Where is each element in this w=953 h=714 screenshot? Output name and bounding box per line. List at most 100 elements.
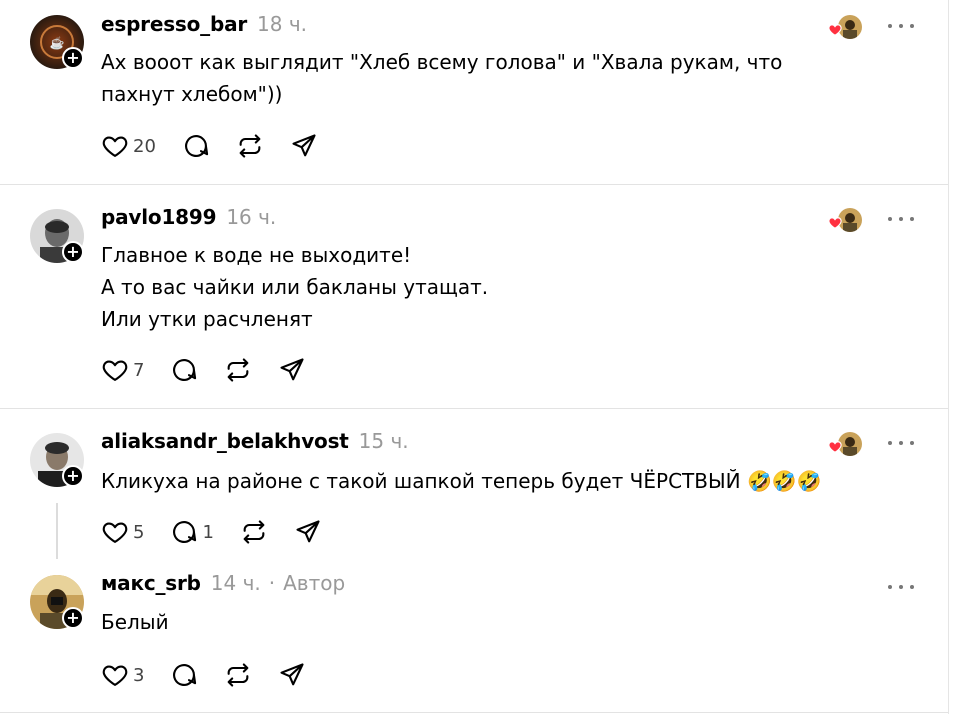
avatar-wrap[interactable]: + bbox=[30, 209, 84, 263]
avatar-wrap[interactable]: + bbox=[30, 433, 84, 487]
follow-plus-icon[interactable]: + bbox=[62, 241, 84, 263]
comment-4-author-reply: + макс_srb 14 ч. · Автор Белый 3 bbox=[0, 559, 948, 709]
repost-button[interactable] bbox=[224, 356, 252, 384]
ellipsis-icon bbox=[888, 217, 892, 221]
like-count: 7 bbox=[133, 359, 145, 381]
comment-actions: 7 bbox=[101, 355, 332, 385]
comment-actions: 3 bbox=[101, 660, 332, 690]
comment-2: + pavlo1899 16 ч. Главное к воде не выхо… bbox=[0, 185, 948, 409]
author-label: Автор bbox=[283, 571, 346, 595]
comment-text: Кликуха на районе с такой шапкой теперь … bbox=[101, 465, 881, 497]
username[interactable]: espresso_bar bbox=[101, 12, 247, 36]
share-button[interactable] bbox=[278, 661, 306, 689]
like-button[interactable]: 7 bbox=[101, 356, 144, 384]
repost-button[interactable] bbox=[224, 661, 252, 689]
heart-outline-icon bbox=[102, 522, 128, 543]
liked-by-author-indicator bbox=[828, 15, 864, 39]
speech-bubble-icon bbox=[173, 521, 197, 543]
ellipsis-icon bbox=[910, 24, 914, 28]
comment-line: Кликуха на районе с такой шапкой теперь … bbox=[101, 465, 881, 497]
share-button[interactable] bbox=[290, 132, 318, 160]
red-heart-icon bbox=[828, 24, 842, 36]
follow-plus-icon[interactable]: + bbox=[62, 607, 84, 629]
username[interactable]: aliaksandr_belakhvost bbox=[101, 429, 349, 453]
comment-header: макс_srb 14 ч. · Автор bbox=[101, 571, 345, 601]
heart-outline-icon bbox=[102, 136, 128, 157]
timestamp[interactable]: 14 ч. bbox=[211, 571, 261, 595]
like-count: 20 bbox=[133, 135, 156, 157]
panel-border bbox=[948, 0, 949, 714]
speech-bubble-icon bbox=[173, 359, 197, 381]
repost-icon bbox=[228, 358, 249, 382]
repost-icon bbox=[228, 663, 249, 687]
heart-outline-icon bbox=[102, 360, 128, 381]
repost-button[interactable] bbox=[240, 518, 268, 546]
heart-outline-icon bbox=[102, 665, 128, 686]
repost-icon bbox=[239, 134, 261, 158]
comment-line: А то вас чайки или бакланы утащат. bbox=[101, 275, 489, 299]
repost-button[interactable] bbox=[236, 132, 264, 160]
repost-icon bbox=[243, 520, 265, 544]
reply-count: 1 bbox=[202, 521, 214, 543]
timestamp[interactable]: 16 ч. bbox=[226, 205, 276, 229]
comment-1: ☕ + espresso_bar 18 ч. Ах вооот как выгл… bbox=[0, 0, 948, 185]
avatar-wrap[interactable]: + bbox=[30, 575, 84, 629]
thread-connector-line bbox=[56, 503, 58, 559]
comment-header: aliaksandr_belakhvost 15 ч. bbox=[101, 429, 409, 459]
username[interactable]: pavlo1899 bbox=[101, 205, 217, 229]
ellipsis-icon bbox=[899, 585, 903, 589]
share-button[interactable] bbox=[294, 518, 322, 546]
more-options-button[interactable] bbox=[888, 209, 914, 229]
speech-bubble-icon bbox=[184, 135, 209, 157]
comment-text: Белый bbox=[101, 606, 881, 638]
svg-text:☕: ☕ bbox=[50, 35, 65, 50]
reply-button[interactable] bbox=[170, 661, 198, 689]
comment-line: пахнут хлебом")) bbox=[101, 82, 283, 106]
comment-line-text: Кликуха на районе с такой шапкой теперь … bbox=[101, 469, 741, 493]
reply-button[interactable] bbox=[170, 356, 198, 384]
like-button[interactable]: 3 bbox=[101, 661, 144, 689]
like-count: 5 bbox=[133, 521, 145, 543]
red-heart-icon bbox=[828, 441, 842, 453]
send-paper-plane-icon bbox=[280, 663, 305, 686]
follow-plus-icon[interactable]: + bbox=[62, 465, 84, 487]
ellipsis-icon bbox=[899, 217, 903, 221]
ellipsis-icon bbox=[888, 441, 892, 445]
more-options-button[interactable] bbox=[888, 16, 914, 36]
timestamp[interactable]: 18 ч. bbox=[257, 12, 307, 36]
comment-line: Главное к воде не выходите! bbox=[101, 243, 412, 267]
red-heart-icon bbox=[828, 217, 842, 229]
send-paper-plane-icon bbox=[296, 520, 320, 543]
liked-by-author-indicator bbox=[828, 432, 864, 456]
comment-3: + aliaksandr_belakhvost 15 ч. Кликуха на… bbox=[0, 409, 948, 559]
liked-by-author-indicator bbox=[828, 208, 864, 232]
comment-header: pavlo1899 16 ч. bbox=[101, 205, 276, 235]
avatar-wrap[interactable]: ☕ + bbox=[30, 15, 84, 69]
comment-line: Белый bbox=[101, 610, 169, 634]
reply-button[interactable]: 1 bbox=[170, 518, 214, 546]
ellipsis-icon bbox=[910, 441, 914, 445]
like-button[interactable]: 5 bbox=[101, 518, 144, 546]
send-paper-plane-icon bbox=[280, 358, 305, 381]
username[interactable]: макс_srb bbox=[101, 571, 201, 595]
more-options-button[interactable] bbox=[888, 433, 914, 453]
comment-line: Ах вооот как выглядит "Хлеб всему голова… bbox=[101, 50, 783, 74]
more-options-button[interactable] bbox=[888, 577, 914, 597]
ellipsis-icon bbox=[888, 24, 892, 28]
reply-button[interactable] bbox=[182, 132, 210, 160]
ellipsis-icon bbox=[899, 24, 903, 28]
share-button[interactable] bbox=[278, 356, 306, 384]
like-count: 3 bbox=[133, 664, 145, 686]
comment-header: espresso_bar 18 ч. bbox=[101, 12, 307, 42]
ellipsis-icon bbox=[888, 585, 892, 589]
separator-dot: · bbox=[268, 571, 276, 595]
ellipsis-icon bbox=[899, 441, 903, 445]
laughing-emoji-icons: 🤣🤣🤣 bbox=[746, 469, 822, 493]
ellipsis-icon bbox=[910, 585, 914, 589]
comment-line: Или утки расчленят bbox=[101, 307, 313, 331]
comment-text: Главное к воде не выходите! А то вас чай… bbox=[101, 239, 881, 335]
like-button[interactable]: 20 bbox=[101, 132, 156, 160]
follow-plus-icon[interactable]: + bbox=[62, 47, 84, 69]
timestamp[interactable]: 15 ч. bbox=[359, 429, 409, 453]
ellipsis-icon bbox=[910, 217, 914, 221]
